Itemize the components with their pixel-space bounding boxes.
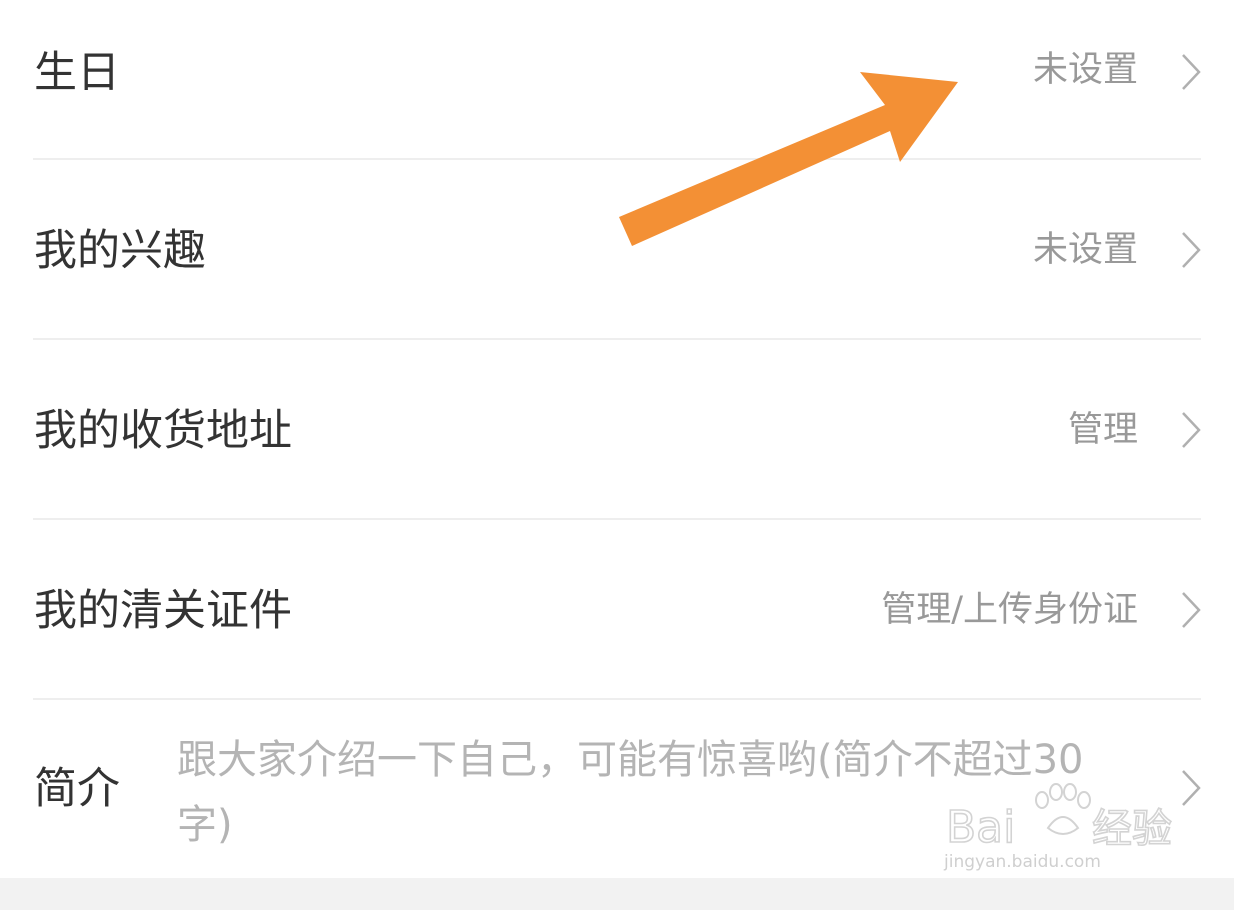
row-label-customs-documents: 我的清关证件 [34,586,292,636]
settings-row-birthday[interactable]: 生日 未设置 [0,0,1234,158]
settings-row-interests[interactable]: 我的兴趣 未设置 [0,160,1234,338]
row-value-birthday: 未设置 [1032,50,1138,90]
chevron-right-icon [1182,770,1201,806]
row-label-intro: 简介 [34,764,120,814]
settings-row-customs-documents[interactable]: 我的清关证件 管理/上传身份证 [0,520,1234,698]
intro-placeholder[interactable]: 跟大家介绍一下自己，可能有惊喜哟(简介不超过30字) [177,728,1137,858]
row-label-interests: 我的兴趣 [34,226,206,276]
row-label-shipping-address: 我的收货地址 [34,406,292,456]
chevron-right-icon [1182,232,1201,268]
chevron-right-icon [1182,54,1201,90]
row-value-customs-documents: 管理/上传身份证 [881,590,1138,630]
chevron-right-icon [1182,592,1201,628]
settings-row-shipping-address[interactable]: 我的收货地址 管理 [0,340,1234,518]
profile-settings-page: 生日 未设置 我的兴趣 未设置 我的收货地址 管理 我的清关证件 管理/上传身份… [0,0,1234,910]
row-value-interests: 未设置 [1032,230,1138,270]
chevron-right-icon [1182,412,1201,448]
bottom-spacer [0,878,1234,910]
row-value-shipping-address: 管理 [1067,410,1138,450]
row-label-birthday: 生日 [34,48,120,98]
